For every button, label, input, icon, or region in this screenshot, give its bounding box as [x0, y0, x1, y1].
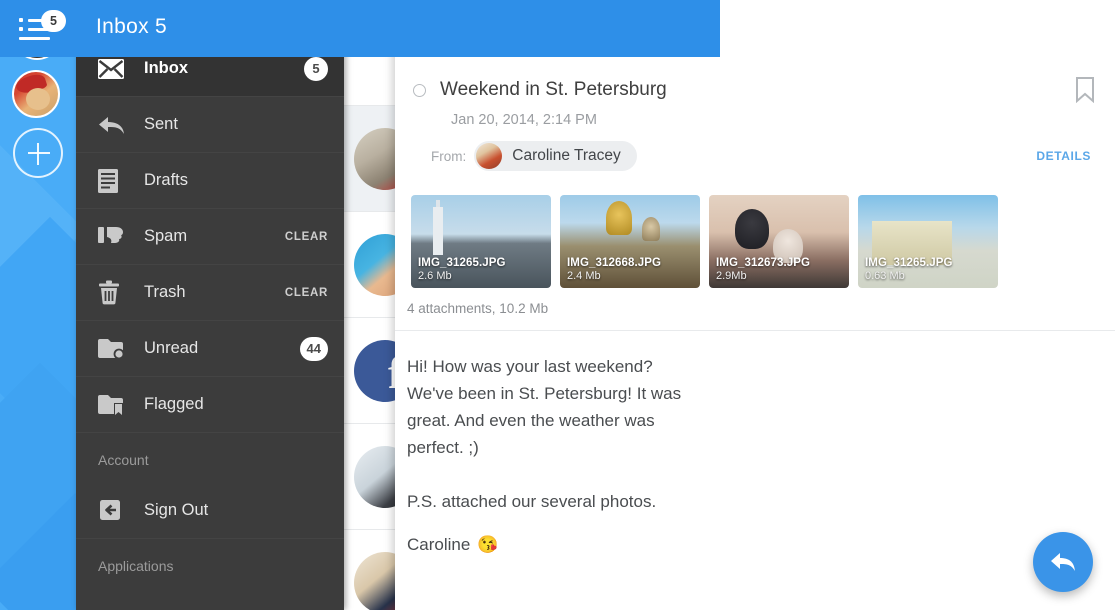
mail-app-window: 5 j.stanton@mail.ru Inbox 5 Sent — [0, 0, 1115, 610]
bookmark-icon[interactable] — [1075, 77, 1095, 108]
message-date: Jan 20, 2014, 2:14 PM — [451, 112, 597, 128]
account-avatar-dog[interactable] — [12, 70, 64, 118]
sidebar-item-unread[interactable]: Unread 44 — [76, 320, 344, 376]
message-header: Weekend in St. Petersburg Jan 20, 2014, … — [395, 57, 1115, 171]
attachment-thumbnail[interactable]: IMG_312668.JPG 2.4 Mb — [560, 195, 700, 288]
list-item[interactable] — [344, 212, 400, 318]
envelope-icon — [98, 58, 144, 79]
message-view: Weekend in St. Petersburg Jan 20, 2014, … — [395, 57, 1115, 610]
list-item[interactable] — [344, 424, 400, 530]
sidebar-item-spam[interactable]: Spam CLEAR — [76, 208, 344, 264]
trash-icon — [98, 280, 144, 305]
avatar — [12, 70, 60, 118]
details-button[interactable]: DETAILS — [1036, 149, 1091, 163]
add-account-button[interactable] — [13, 128, 63, 178]
attachment-strip: IMG_31265.JPG 2.6 Mb IMG_312668.JPG 2.4 … — [411, 195, 1115, 288]
avatar — [354, 128, 400, 190]
list-item[interactable] — [344, 106, 400, 212]
clear-trash-button[interactable]: CLEAR — [285, 287, 328, 299]
attachment-name: IMG_31265.JPG — [418, 257, 506, 269]
sidebar-item-label: Sent — [144, 115, 178, 133]
attachments-summary: 4 attachments, 10.2 Mb — [407, 301, 549, 316]
document-icon — [98, 168, 144, 193]
sidebar-item-label: Unread — [144, 339, 199, 357]
page-title: Inbox 5 — [96, 15, 167, 38]
sidebar-item-trash[interactable]: Trash CLEAR — [76, 264, 344, 320]
reply-icon — [1051, 553, 1075, 571]
sidebar-item-sign-out[interactable]: Sign Out — [76, 482, 344, 538]
message-list[interactable] — [344, 0, 400, 610]
attachment-name: IMG_31265.JPG — [865, 257, 953, 269]
message-signature: Caroline 😘 — [407, 535, 1115, 555]
reply-fab[interactable] — [1033, 532, 1093, 592]
sender-chip[interactable]: Caroline Tracey — [474, 141, 637, 171]
clear-spam-button[interactable]: CLEAR — [285, 231, 328, 243]
sign-out-icon — [98, 499, 144, 521]
message-body: Hi! How was your last weekend? We've bee… — [407, 357, 682, 511]
attachment-size: 2.9Mb — [716, 270, 747, 282]
sidebar-item-label: Flagged — [144, 395, 204, 413]
sidebar-item-label: Drafts — [144, 171, 189, 189]
divider — [395, 330, 1115, 331]
section-applications-heading: Applications — [76, 538, 344, 588]
hamburger-menu-icon[interactable]: 5 — [19, 10, 66, 44]
sidebar-item-label: Sign Out — [144, 500, 209, 519]
attachment-thumbnail[interactable]: IMG_31265.JPG 2.6 Mb — [411, 195, 551, 288]
attachment-thumbnail[interactable]: IMG_312673.JPG 2.9Mb — [709, 195, 849, 288]
menu-unread-badge: 5 — [41, 10, 66, 32]
read-status-toggle[interactable] — [413, 83, 426, 97]
sidebar-item-sent[interactable]: Sent — [76, 96, 344, 152]
thumb-down-icon — [98, 225, 144, 249]
sidebar-item-label: Inbox — [144, 59, 188, 77]
sidebar-item-label: Spam — [144, 227, 188, 245]
attachment-size: 2.6 Mb — [418, 270, 452, 282]
sidebar-item-drafts[interactable]: Drafts — [76, 152, 344, 208]
reply-icon — [98, 114, 144, 136]
avatar — [354, 340, 400, 402]
avatar — [354, 552, 400, 610]
attachment-size: 2.4 Mb — [567, 270, 601, 282]
list-item[interactable] — [344, 318, 400, 424]
message-subject: Weekend in St. Petersburg — [440, 79, 667, 100]
sidebar-item-flagged[interactable]: Flagged — [76, 376, 344, 432]
sender-avatar — [476, 143, 503, 169]
avatar — [354, 446, 400, 508]
from-label: From: — [431, 148, 467, 164]
inbox-count-badge: 5 — [304, 56, 328, 81]
attachment-name: IMG_312668.JPG — [567, 257, 662, 269]
section-account-heading: Account — [76, 432, 344, 482]
account-rail: 5 — [0, 0, 76, 610]
navigation-drawer: j.stanton@mail.ru Inbox 5 Sent Drafts — [76, 0, 344, 610]
sender-name: Caroline Tracey — [512, 147, 621, 164]
list-item[interactable] — [344, 530, 400, 610]
signature-name: Caroline — [407, 535, 471, 554]
avatar — [354, 234, 400, 296]
attachment-name: IMG_312673.JPG — [716, 257, 811, 269]
sidebar-item-label: Trash — [144, 283, 186, 301]
attachment-size: 0.63 Mb — [865, 270, 905, 282]
attachment-thumbnail[interactable]: IMG_31265.JPG 0.63 Mb — [858, 195, 998, 288]
app-bar: 5 Inbox 5 — [0, 0, 720, 57]
kiss-emoji-icon: 😘 — [477, 535, 499, 554]
folder-flag-icon — [98, 394, 144, 416]
reading-pane: Weekend in St. Petersburg Jan 20, 2014, … — [395, 0, 1115, 610]
folder-dot-icon — [98, 338, 144, 360]
unread-count-badge: 44 — [299, 336, 328, 361]
